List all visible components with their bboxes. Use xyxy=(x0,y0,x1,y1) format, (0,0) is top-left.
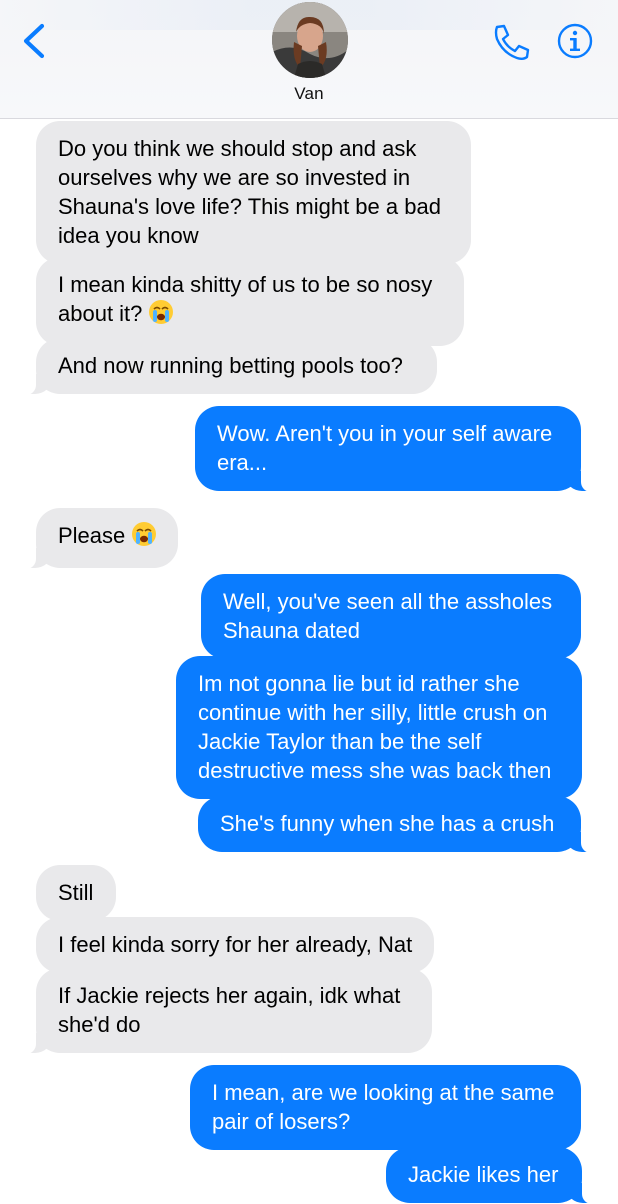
message-text: She's funny when she has a crush xyxy=(220,811,555,836)
message-bubble-outgoing[interactable]: Well, you've seen all the assholes Shaun… xyxy=(201,574,581,659)
message-bubble-outgoing[interactable]: Jackie likes her xyxy=(386,1147,596,1204)
message-bubble-incoming[interactable]: Do you think we should stop and ask ours… xyxy=(36,121,471,264)
loudly-crying-face-icon xyxy=(148,299,174,332)
message-bubble-incoming[interactable]: I mean kinda shitty of us to be so nosy … xyxy=(36,257,464,346)
loudly-crying-face-icon xyxy=(131,521,157,554)
conversation-header: Van xyxy=(0,0,618,119)
message-bubble-incoming[interactable]: If Jackie rejects her again, idk what sh… xyxy=(22,968,432,1054)
call-button[interactable] xyxy=(491,22,533,60)
message-text: I feel kinda sorry for her already, Nat xyxy=(58,932,413,957)
message-bubble-outgoing[interactable]: Wow. Aren't you in your self aware era..… xyxy=(195,406,595,492)
back-button[interactable] xyxy=(18,22,52,60)
message-text: I mean, are we looking at the same pair … xyxy=(212,1080,555,1134)
info-icon xyxy=(557,23,593,59)
message-bubble-outgoing[interactable]: She's funny when she has a crush xyxy=(198,796,595,853)
message-thread: Do you think we should stop and ask ours… xyxy=(0,0,618,1204)
message-bubble-incoming[interactable]: And now running betting pools too? xyxy=(22,338,437,395)
phone-icon xyxy=(494,24,530,60)
contact-name[interactable]: Van xyxy=(0,84,618,104)
message-text: Jackie likes her xyxy=(408,1162,559,1187)
info-button[interactable] xyxy=(557,23,593,59)
avatar[interactable] xyxy=(272,2,348,78)
message-text: And now running betting pools too? xyxy=(58,353,403,378)
message-text: Im not gonna lie but id rather she conti… xyxy=(198,671,552,783)
chevron-left-icon xyxy=(23,23,45,59)
message-bubble-incoming[interactable]: I feel kinda sorry for her already, Nat xyxy=(36,917,434,973)
message-bubble-outgoing[interactable]: I mean, are we looking at the same pair … xyxy=(190,1065,581,1150)
message-text: Wow. Aren't you in your self aware era..… xyxy=(217,421,553,475)
message-text: Please xyxy=(58,523,126,548)
message-bubble-outgoing[interactable]: Im not gonna lie but id rather she conti… xyxy=(176,656,582,799)
message-text: If Jackie rejects her again, idk what sh… xyxy=(58,983,401,1037)
message-text: Well, you've seen all the assholes Shaun… xyxy=(223,589,553,643)
message-text: Still xyxy=(58,880,94,905)
message-text: Do you think we should stop and ask ours… xyxy=(58,136,441,248)
message-bubble-incoming[interactable]: Please xyxy=(22,508,178,569)
message-bubble-incoming[interactable]: Still xyxy=(36,865,116,921)
contact-photo xyxy=(272,2,348,78)
message-text: I mean kinda shitty of us to be so nosy … xyxy=(58,272,433,326)
